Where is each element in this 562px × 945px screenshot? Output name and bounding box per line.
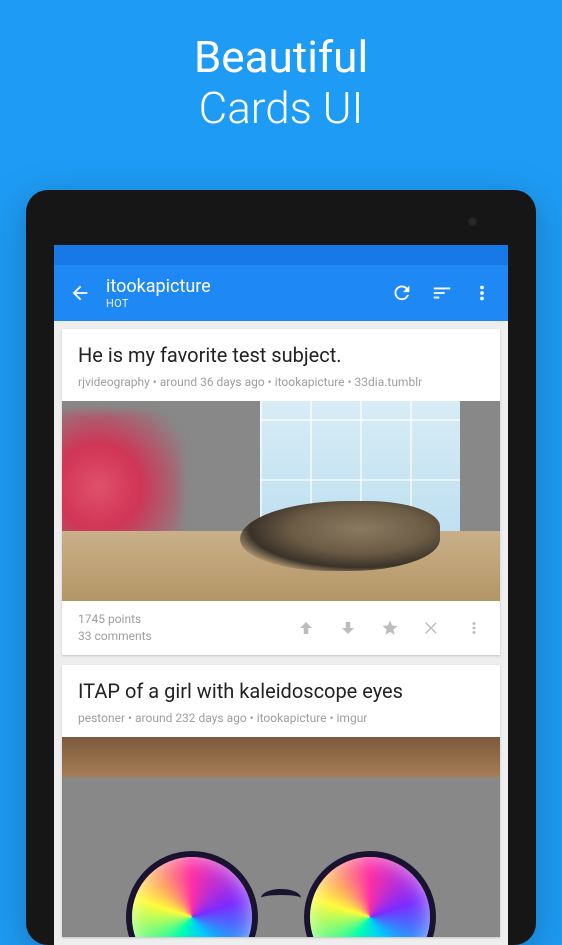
post-card[interactable]: ITAP of a girl with kaleidoscope eyes pe… bbox=[62, 665, 500, 937]
hide-button[interactable] bbox=[422, 618, 442, 638]
star-icon bbox=[381, 619, 399, 637]
arrow-left-icon bbox=[69, 282, 91, 304]
close-icon bbox=[423, 619, 441, 637]
downvote-button[interactable] bbox=[338, 618, 358, 638]
refresh-button[interactable] bbox=[382, 273, 422, 313]
app-screen: itookapicture HOT He is my favorite test… bbox=[54, 245, 508, 945]
upvote-button[interactable] bbox=[296, 618, 316, 638]
post-image[interactable] bbox=[62, 737, 500, 937]
status-bar bbox=[54, 245, 508, 265]
appbar-subtitle: HOT bbox=[106, 297, 382, 310]
post-title: He is my favorite test subject. bbox=[62, 329, 500, 373]
feed[interactable]: He is my favorite test subject. rjvideog… bbox=[54, 321, 508, 945]
appbar-title: itookapicture bbox=[106, 276, 382, 297]
post-title: ITAP of a girl with kaleidoscope eyes bbox=[62, 665, 500, 709]
post-comments: 33 comments bbox=[78, 628, 274, 645]
post-points: 1745 points bbox=[78, 611, 274, 628]
arrow-down-icon bbox=[339, 619, 357, 637]
sort-button[interactable] bbox=[422, 273, 462, 313]
post-card[interactable]: He is my favorite test subject. rjvideog… bbox=[62, 329, 500, 655]
favorite-button[interactable] bbox=[380, 618, 400, 638]
more-vert-icon bbox=[471, 282, 493, 304]
hero-line2: Cards UI bbox=[199, 82, 364, 134]
refresh-icon bbox=[391, 282, 413, 304]
post-stats: 1745 points 33 comments bbox=[78, 611, 274, 645]
appbar-title-block[interactable]: itookapicture HOT bbox=[100, 276, 382, 310]
hero-line1: Beautiful bbox=[194, 31, 368, 83]
sort-icon bbox=[431, 282, 453, 304]
back-button[interactable] bbox=[60, 273, 100, 313]
promo-heading: Beautiful Cards UI bbox=[0, 0, 562, 133]
more-vert-icon bbox=[465, 619, 483, 637]
device-camera bbox=[467, 216, 478, 227]
card-overflow-button[interactable] bbox=[464, 618, 484, 638]
post-meta: pestoner • around 232 days ago • itookap… bbox=[62, 709, 500, 737]
arrow-up-icon bbox=[297, 619, 315, 637]
post-footer: 1745 points 33 comments bbox=[62, 601, 500, 655]
device-frame: itookapicture HOT He is my favorite test… bbox=[26, 190, 536, 945]
post-image[interactable] bbox=[62, 401, 500, 601]
post-meta: rjvideography • around 36 days ago • ito… bbox=[62, 373, 500, 401]
overflow-button[interactable] bbox=[462, 273, 502, 313]
app-bar: itookapicture HOT bbox=[54, 265, 508, 321]
